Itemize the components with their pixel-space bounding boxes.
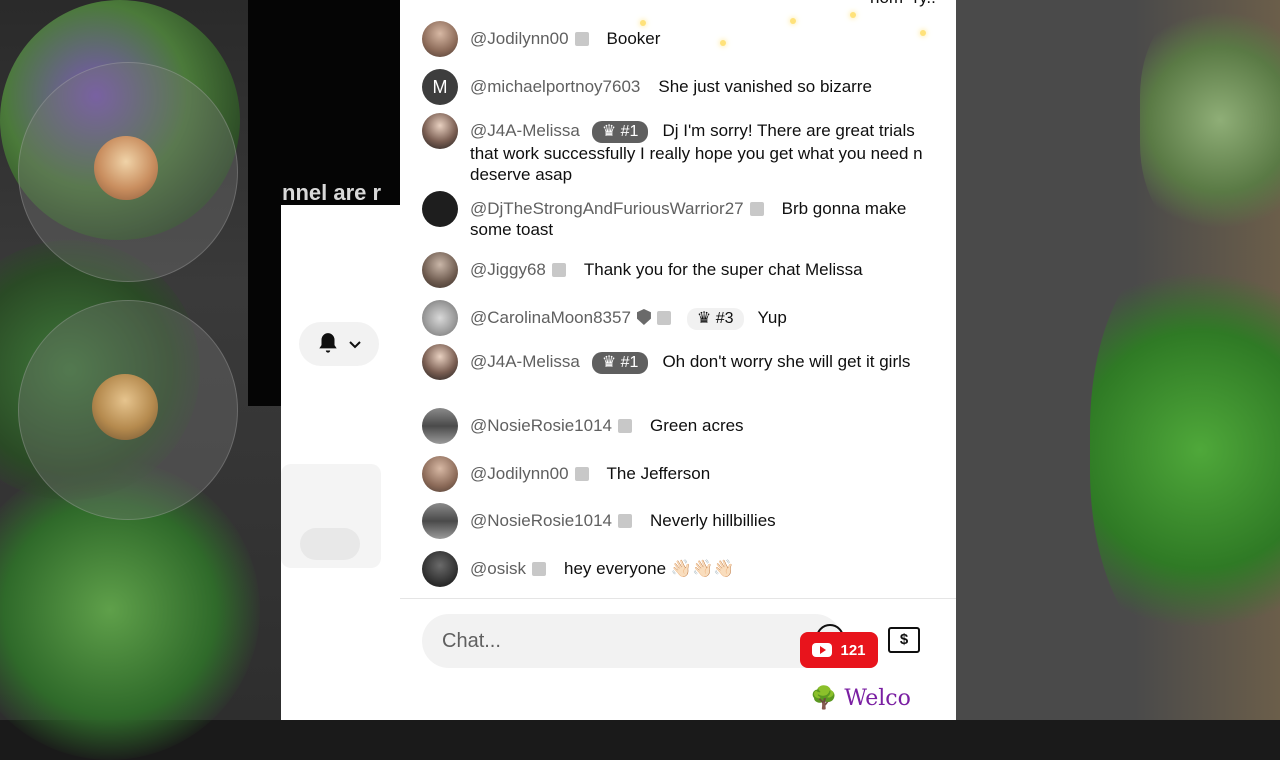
palm-right-decoration <box>1140 0 1280 240</box>
avatar[interactable] <box>422 191 458 227</box>
member-badge-icon <box>618 514 633 528</box>
background-pill <box>300 528 360 560</box>
avatar[interactable] <box>422 300 458 336</box>
author-name[interactable]: @michaelportnoy7603 <box>470 77 640 96</box>
notification-bell-button[interactable] <box>299 322 379 366</box>
avatar[interactable] <box>422 21 458 57</box>
message-text: Green acres <box>650 416 744 435</box>
background-page-panel <box>281 205 400 720</box>
chat-divider <box>400 598 956 599</box>
chat-input[interactable]: Chat... <box>422 614 842 668</box>
author-name[interactable]: @Jiggy68 <box>470 260 546 279</box>
avatar[interactable] <box>422 503 458 539</box>
viewer-count: 121 <box>840 641 866 659</box>
chat-message: @osisk hey everyone 👋🏻👋🏻👋🏻 <box>422 551 937 587</box>
rank-label: #1 <box>620 123 639 140</box>
welcome-banner: 🌳 Welco <box>810 686 911 711</box>
rank-label: #1 <box>620 354 639 371</box>
super-chat-button[interactable]: $ <box>888 627 920 653</box>
light-dot <box>920 30 926 36</box>
avatar-top <box>94 136 158 200</box>
avatar[interactable] <box>422 408 458 444</box>
message-text: Neverly hillbillies <box>650 511 776 530</box>
message-text: Oh don't worry she will get it girls <box>662 352 911 371</box>
chat-message: @J4A-Melissa ♛ #1 Dj I'm sorry! There are … <box>422 113 937 185</box>
message-text: Thank you for the super chat Melissa <box>583 260 863 279</box>
light-dot <box>640 20 646 26</box>
author-name[interactable]: @osisk <box>470 559 526 578</box>
avatar[interactable] <box>422 344 458 380</box>
chat-message: @CarolinaMoon8357 ♛ #3 Yup <box>422 300 937 336</box>
member-badge-icon <box>656 311 671 325</box>
member-badge-icon <box>618 419 633 433</box>
member-badge-icon <box>532 562 546 576</box>
author-name[interactable]: @CarolinaMoon8357 <box>470 308 631 327</box>
top-fan-badge: ♛ #3 <box>686 308 744 330</box>
bell-icon <box>319 333 337 353</box>
author-name[interactable]: @NosieRosie1014 <box>470 511 612 530</box>
chat-message: @NosieRosie1014 Green acres <box>422 408 937 444</box>
author-name[interactable]: @Jodilynn00 <box>470 29 569 48</box>
light-dot <box>790 18 796 24</box>
viewer-count-badge: 121 <box>800 632 878 668</box>
light-dot <box>850 12 856 18</box>
youtube-play-icon <box>812 643 833 657</box>
message-text: The Jefferson <box>606 464 711 483</box>
leafy-plant-decoration <box>1090 240 1280 660</box>
fairy-lights-decoration <box>560 0 960 60</box>
chat-message: @J4A-Melissa ♛ #1 Oh don't worry she will … <box>422 344 937 380</box>
avatar[interactable] <box>422 252 458 288</box>
chat-message: M @michaelportnoy7603 She just vanished s… <box>422 69 937 105</box>
member-badge-icon <box>574 467 589 481</box>
avatar[interactable] <box>422 551 458 587</box>
member-badge-icon <box>551 263 566 277</box>
chat-message: @DjTheStrongAndFuriousWarrior27 Brb gonna… <box>422 191 937 240</box>
live-chat-panel: nom- ry.. @Jodilynn00Booker M @michaelpo… <box>400 0 956 720</box>
author-name[interactable]: @DjTheStrongAndFuriousWarrior27 <box>470 199 744 218</box>
top-fan-badge: ♛ #1 <box>591 352 649 374</box>
chat-message: @Jodilynn00 The Jefferson <box>422 456 937 492</box>
avatar-bottom <box>92 374 158 440</box>
rank-label: #3 <box>715 310 734 327</box>
top-fan-badge: ♛ #1 <box>591 121 649 143</box>
avatar-letter: M <box>432 77 448 97</box>
chat-message: @NosieRosie1014 Neverly hillbillies <box>422 503 937 539</box>
avatar[interactable]: M <box>422 69 458 105</box>
moderator-shield-icon <box>636 309 651 325</box>
avatar[interactable] <box>422 456 458 492</box>
message-text: hey everyone 👋🏻👋🏻👋🏻 <box>564 559 735 578</box>
message-text: She just vanished so bizarre <box>658 77 872 96</box>
chat-message: @Jiggy68 Thank you for the super chat Mel… <box>422 252 937 288</box>
author-name[interactable]: @NosieRosie1014 <box>470 416 612 435</box>
author-name[interactable]: @J4A-Melissa <box>470 121 580 140</box>
author-name[interactable]: @Jodilynn00 <box>470 464 569 483</box>
message-text: Yup <box>757 308 787 327</box>
avatar[interactable] <box>422 113 458 149</box>
author-name[interactable]: @J4A-Melissa <box>470 352 580 371</box>
channel-text: nnel are r <box>282 180 382 205</box>
light-dot <box>720 40 726 46</box>
member-badge-icon <box>749 202 764 216</box>
chevron-down-icon <box>349 341 361 349</box>
